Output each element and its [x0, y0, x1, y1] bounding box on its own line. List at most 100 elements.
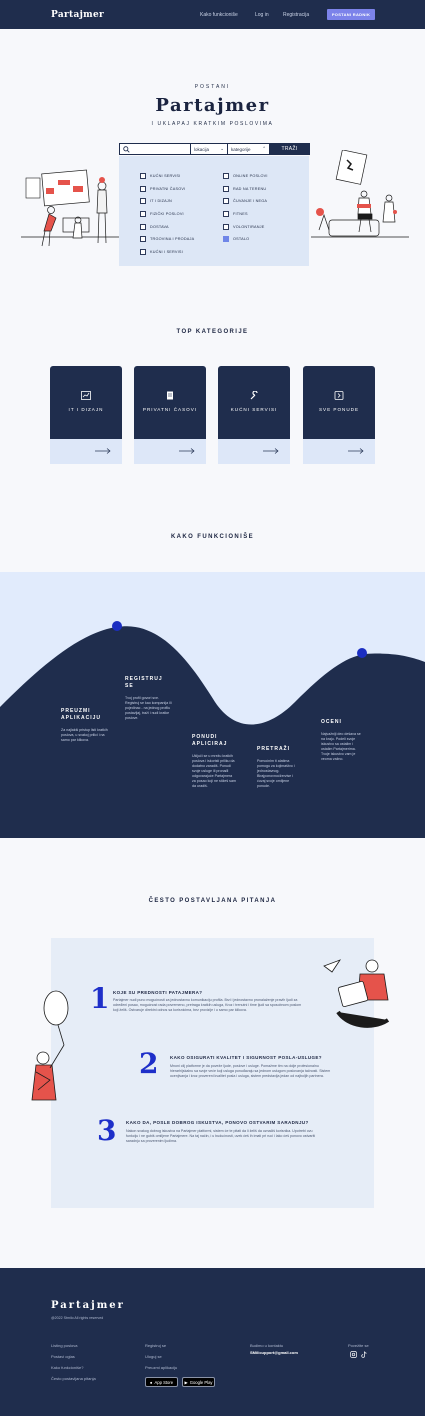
- category-select[interactable]: kategorije ⌃: [227, 144, 269, 154]
- step-title: OCENI: [321, 719, 342, 725]
- category-checkbox-item[interactable]: FITNES: [223, 211, 303, 218]
- tiktok-icon[interactable]: [361, 1351, 367, 1358]
- step-title: PRETRAŽI: [257, 746, 290, 752]
- google-play-button[interactable]: ▶ Google Play: [182, 1377, 215, 1387]
- checkbox[interactable]: [140, 198, 146, 205]
- arrow-right-icon[interactable]: [263, 448, 279, 454]
- category-checkbox-item[interactable]: FIZIČKI POSLOVI: [140, 211, 220, 218]
- category-checkbox-item[interactable]: TRGOVINA I PRODAJA: [140, 236, 220, 243]
- contact-email[interactable]: SMilicupport@gmail.com: [250, 1350, 298, 1355]
- footer-link[interactable]: Registruj se: [145, 1343, 215, 1348]
- checkbox[interactable]: [140, 173, 146, 179]
- category-checkbox-label: KUĆNI SERVISI: [150, 174, 181, 178]
- category-checkbox-label: RAD NA TERENU: [233, 186, 267, 191]
- category-checkbox-item[interactable]: VOLONTIRANJE: [223, 223, 303, 230]
- footer-link[interactable]: Kako funkcioniše?: [51, 1365, 96, 1370]
- category-checkbox-label: IT I DIZAJN: [150, 199, 172, 204]
- step-text: Uključi se u mrežu kratkih poslova i isk…: [192, 754, 236, 788]
- checkbox[interactable]: [140, 236, 146, 243]
- footer-link[interactable]: Uloguj se: [145, 1354, 215, 1359]
- step-apply: PONUDI APLICIRAJ Uključi se u mrežu krat…: [192, 734, 236, 789]
- chevron-right-icon: [334, 391, 344, 400]
- category-checkbox-item[interactable]: OSTALO: [223, 236, 303, 243]
- contact-label: Budimo u kontaktu: [250, 1343, 284, 1348]
- checkbox[interactable]: [140, 185, 146, 192]
- category-checkbox-item[interactable]: DOSTAVA: [140, 223, 220, 230]
- card-label: SVE PONUDE: [318, 407, 360, 412]
- search-button[interactable]: TRAŽI: [269, 143, 310, 155]
- search-icon: [123, 146, 130, 153]
- checkbox[interactable]: [223, 198, 229, 205]
- category-checkbox-item[interactable]: ČUVANJE I NEGA: [223, 198, 303, 205]
- checkbox[interactable]: [140, 249, 146, 256]
- location-select[interactable]: lokacija ⌄: [190, 144, 227, 154]
- footer-link[interactable]: Listing poslova: [51, 1343, 96, 1348]
- app-store-button[interactable]: ● App Store: [145, 1377, 178, 1387]
- play-icon: ▶: [184, 1379, 188, 1385]
- checkbox-checked[interactable]: [223, 236, 229, 243]
- home-party-illustration: [311, 150, 409, 238]
- category-checkbox-label: FIZIČKI POSLOVI: [150, 212, 184, 217]
- footer-link[interactable]: Preuzmi aplikaciju: [145, 1365, 215, 1370]
- faq-question[interactable]: KAKO DA, POSLE DOBROG ISKUSTVA, PONOVO O…: [126, 1120, 346, 1125]
- faq-answer: Partajmer nudi puno mogućnosti za jednos…: [113, 998, 302, 1012]
- category-checkbox-label: ČUVANJE I NEGA: [233, 199, 268, 204]
- category-checkbox-item[interactable]: IT I DIZAJN: [140, 198, 220, 205]
- wrench-icon: [250, 391, 258, 400]
- arrow-right-icon[interactable]: [179, 448, 195, 454]
- chevron-down-icon: ⌄: [220, 146, 224, 151]
- category-checkbox-label: FITNES: [233, 212, 248, 217]
- step-search: PRETRAŽI Pomoćnim ti alatima pomogu za k…: [257, 746, 299, 789]
- footer-copyright: @2022 Stmilo All rights reserved: [51, 1316, 104, 1320]
- footer-col-account: Registruj se Uloguj se Preuzmi aplikacij…: [145, 1343, 215, 1387]
- step-text: Za najlakši pristup listi kratkih poslov…: [61, 728, 108, 742]
- nav-logo[interactable]: Partajmer: [51, 10, 104, 20]
- nav-link-kako[interactable]: Kako funkcioniše: [200, 12, 238, 18]
- category-list-left: KUĆNI SERVISI PRIVATNI ČASOVI IT I DIZAJN F…: [140, 173, 220, 256]
- top-categories-title: TOP KATEGORIJE: [176, 329, 249, 335]
- footer: Partajmer @2022 Stmilo All rights reserv…: [0, 1268, 425, 1416]
- top-navbar: Partajmer Kako funkcioniše Log in Regist…: [0, 0, 425, 29]
- footer-col-jobs: Listing poslova Postavi oglas Kako funkc…: [51, 1343, 96, 1381]
- checkbox[interactable]: [223, 211, 229, 218]
- step-title: PONUDI APLICIRAJ: [192, 734, 228, 747]
- footer-link[interactable]: Postavi oglas: [51, 1354, 96, 1359]
- faq-question[interactable]: KOJE SU PREDNOSTI PATAJMERA?: [113, 990, 333, 995]
- card-footer: [134, 439, 206, 464]
- category-card-sve[interactable]: SVE PONUDE: [303, 366, 375, 464]
- become-worker-button[interactable]: POSTANI RADNIK: [327, 9, 375, 20]
- hero-title: Partajmer: [155, 95, 270, 116]
- category-checkbox-item[interactable]: RAD NA TERENU: [223, 185, 303, 192]
- category-checkbox-item[interactable]: ONLINE POSLOVI: [223, 173, 303, 179]
- card-label: IT I DIZAJN: [68, 407, 104, 412]
- checkbox[interactable]: [223, 185, 229, 192]
- checkbox[interactable]: [140, 223, 146, 230]
- instagram-icon[interactable]: [350, 1351, 357, 1358]
- card-label: KUĆNI SERVISI: [230, 407, 278, 412]
- category-checkbox-label: VOLONTIRANJE: [233, 224, 265, 229]
- faq-title: ČESTO POSTAVLJANA PITANJA: [148, 898, 277, 904]
- card-header: PRIVATNI ČASOVI: [134, 366, 206, 439]
- category-checkbox-label: OSTALO: [233, 237, 250, 242]
- category-card-servisi[interactable]: KUĆNI SERVISI: [218, 366, 290, 464]
- checkbox[interactable]: [223, 173, 229, 179]
- arrow-right-icon[interactable]: [348, 448, 364, 454]
- category-checkbox-item[interactable]: KUĆNI I SERVISI: [140, 249, 220, 256]
- category-card-it[interactable]: IT I DIZAJN: [50, 366, 122, 464]
- card-footer: [303, 439, 375, 464]
- step-title: REGISTRUJ SE: [125, 676, 163, 689]
- nav-link-login[interactable]: Log in: [255, 12, 269, 18]
- footer-logo[interactable]: Partajmer: [51, 1300, 125, 1311]
- category-checkbox-item[interactable]: KUĆNI SERVISI: [140, 173, 220, 179]
- checkbox[interactable]: [223, 223, 229, 230]
- arrow-right-icon[interactable]: [95, 448, 111, 454]
- checkbox[interactable]: [140, 211, 146, 218]
- nav-link-registracija[interactable]: Registracija: [283, 12, 309, 18]
- category-checkbox-item[interactable]: PRIVATNI ČASOVI: [140, 185, 220, 192]
- app-store-buttons: ● App Store ▶ Google Play: [145, 1377, 215, 1387]
- card-footer: [50, 439, 122, 464]
- footer-link[interactable]: Često postavljana pitanja: [51, 1376, 96, 1381]
- hero-subtitle: I UKLAPAJ KRATKIM POSLOVIMA: [151, 121, 274, 127]
- category-card-casovi[interactable]: PRIVATNI ČASOVI: [134, 366, 206, 464]
- faq-question[interactable]: KAKO OSIGURATI KVALITET I SIGURNOST POSL…: [170, 1055, 360, 1060]
